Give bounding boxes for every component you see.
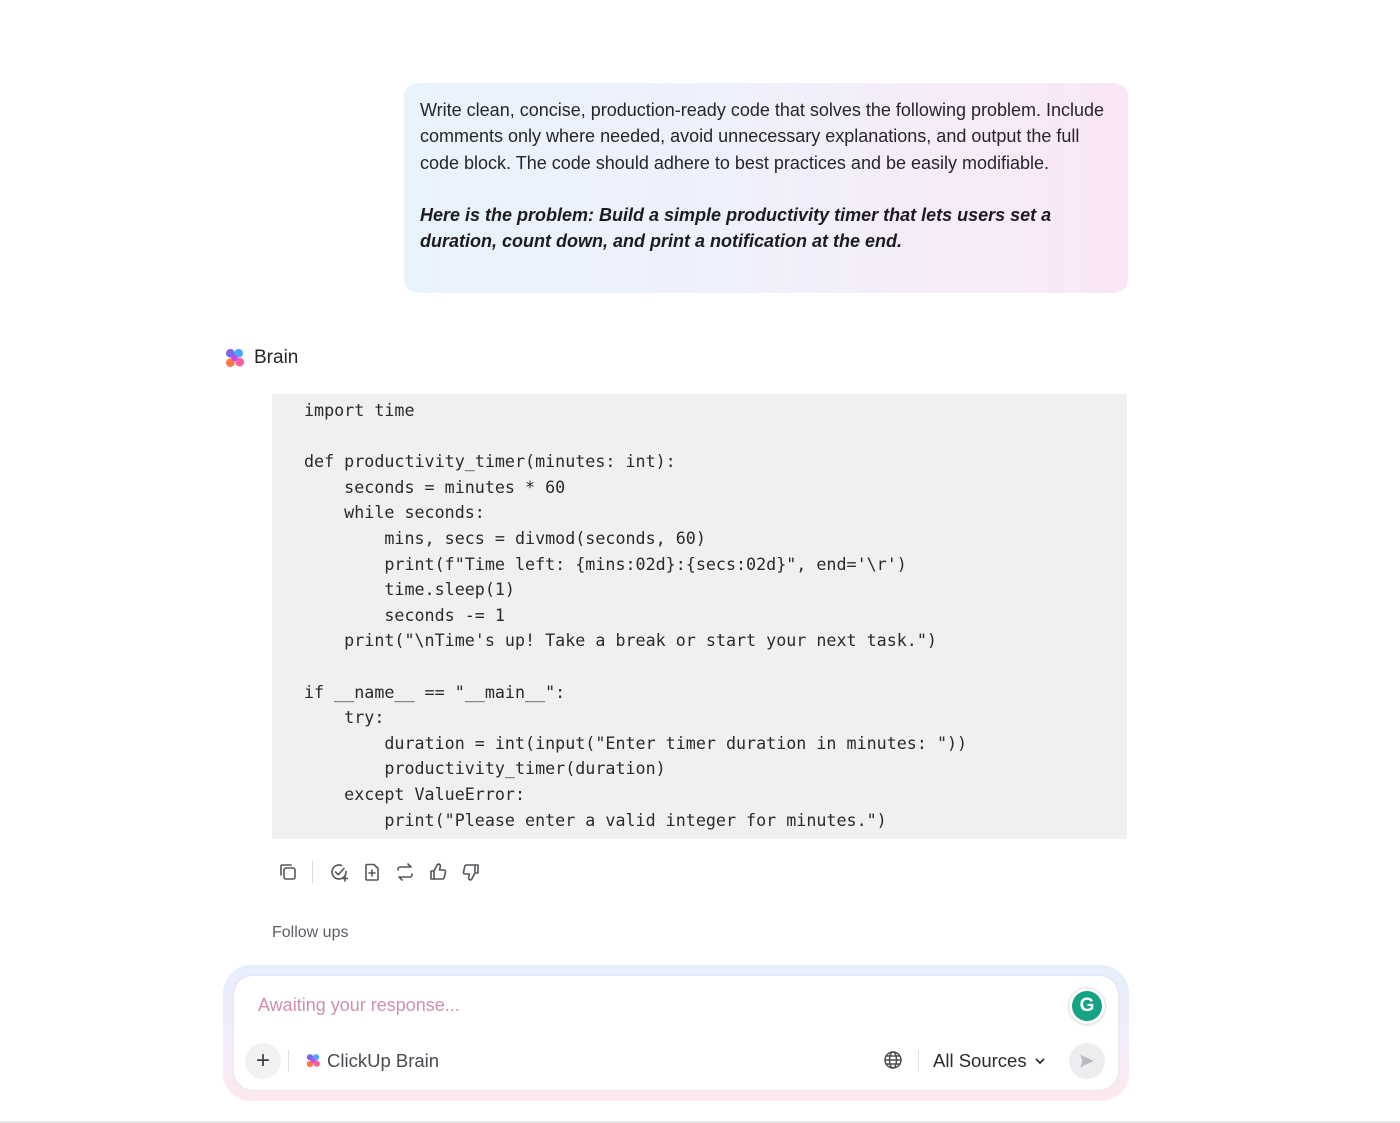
thumbs-up-icon xyxy=(430,863,447,880)
prompt-problem: Here is the problem: Build a simple prod… xyxy=(420,204,1052,252)
composer: G + ClickUp Brain All Sources xyxy=(233,975,1119,1091)
create-task-icon xyxy=(331,864,349,882)
add-attachment-button[interactable]: + xyxy=(245,1043,281,1079)
chevron-down-icon xyxy=(1034,1058,1045,1065)
thumbs-down-button[interactable] xyxy=(459,860,483,884)
response-actions xyxy=(276,859,492,885)
assistant-name: Brain xyxy=(254,347,299,368)
clickup-brain-logo-icon xyxy=(225,348,245,367)
chat-page: Write clean, concise, production-ready c… xyxy=(0,0,1400,1123)
actions-divider xyxy=(312,861,313,883)
create-doc-icon xyxy=(365,863,379,881)
code-content: import time def productivity_timer(minut… xyxy=(304,400,968,830)
message-input[interactable] xyxy=(258,995,1038,1016)
assistant-header: Brain xyxy=(222,344,298,372)
clickup-brain-logo-icon xyxy=(306,1054,320,1068)
follow-ups-label: Follow ups xyxy=(272,924,349,941)
sources-label: All Sources xyxy=(933,1050,1027,1071)
send-button[interactable] xyxy=(1069,1043,1105,1079)
sources-dropdown[interactable]: All Sources xyxy=(933,1048,1047,1074)
send-icon xyxy=(1080,1054,1094,1068)
model-label: ClickUp Brain xyxy=(327,1050,440,1071)
composer-divider xyxy=(288,1050,289,1072)
user-prompt-bubble: Write clean, concise, production-ready c… xyxy=(404,83,1128,293)
regenerate-button[interactable] xyxy=(393,860,417,884)
plus-icon: + xyxy=(255,1047,270,1074)
create-task-button[interactable] xyxy=(327,860,351,884)
grammarly-icon: G xyxy=(1072,991,1102,1021)
composer-divider xyxy=(918,1050,919,1072)
globe-icon xyxy=(884,1051,902,1069)
grammarly-button[interactable]: G xyxy=(1069,988,1105,1024)
create-doc-button[interactable] xyxy=(360,860,384,884)
web-search-button[interactable] xyxy=(883,1050,905,1072)
thumbs-down-icon xyxy=(462,864,479,881)
thumbs-up-button[interactable] xyxy=(426,860,450,884)
prompt-paragraph: Write clean, concise, production-ready c… xyxy=(420,100,1105,173)
copy-icon xyxy=(280,864,296,880)
copy-button[interactable] xyxy=(276,860,300,884)
regenerate-icon xyxy=(397,863,413,881)
model-selector[interactable]: ClickUp Brain xyxy=(304,1048,439,1074)
code-block: import time def productivity_timer(minut… xyxy=(272,394,1127,839)
